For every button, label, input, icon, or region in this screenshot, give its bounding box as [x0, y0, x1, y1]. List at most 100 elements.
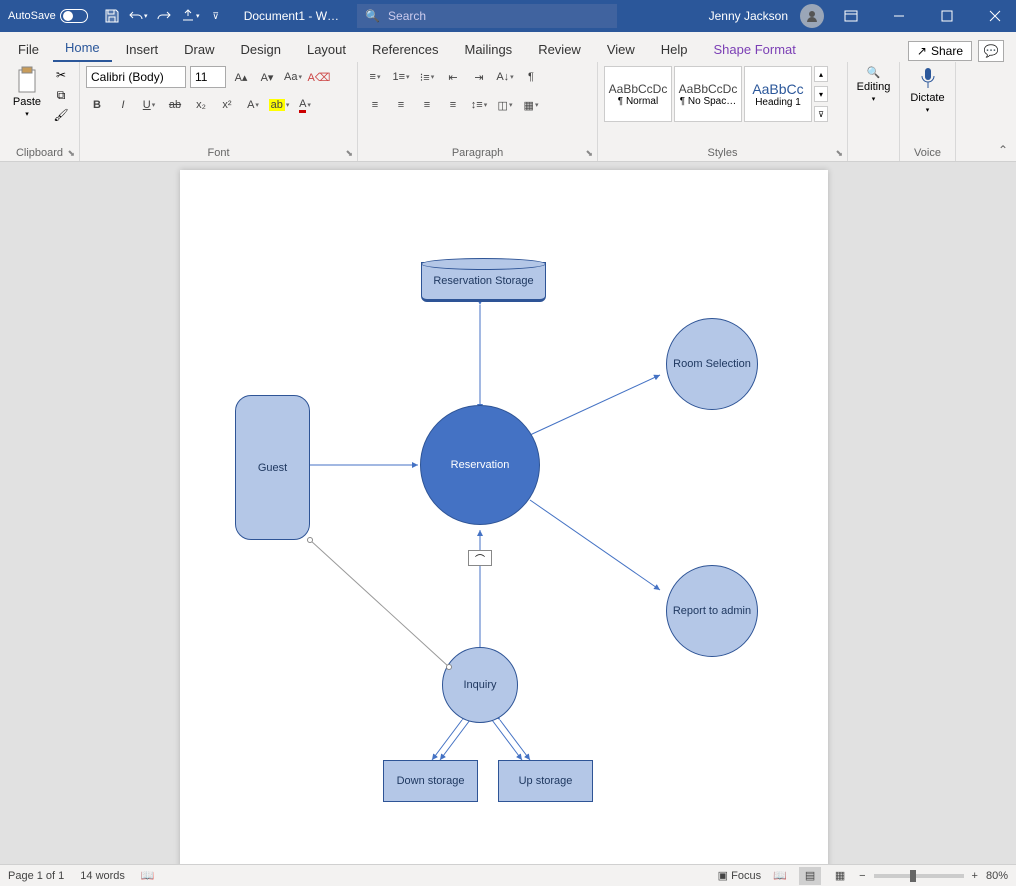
group-label-paragraph: Paragraph: [452, 147, 503, 159]
web-layout-icon[interactable]: ▦: [829, 867, 851, 885]
paste-button[interactable]: Paste ▾: [6, 66, 48, 118]
zoom-out-icon[interactable]: −: [859, 870, 865, 882]
dictate-button[interactable]: Dictate ▾: [907, 66, 949, 114]
tab-file[interactable]: File: [6, 37, 51, 62]
font-name-input[interactable]: [86, 66, 186, 88]
comments-button[interactable]: 💬: [978, 40, 1004, 62]
autosave-toggle[interactable]: AutoSave: [8, 9, 88, 23]
align-left-icon[interactable]: ≡: [364, 94, 386, 116]
toggle-off-icon: [60, 9, 88, 23]
style-scroll-up-icon[interactable]: ▴: [814, 66, 828, 82]
numbering-icon[interactable]: 1≡: [390, 66, 412, 88]
shape-reservation-storage[interactable]: Reservation Storage: [421, 262, 546, 302]
shape-inquiry[interactable]: Inquiry: [442, 647, 518, 723]
save-icon[interactable]: [102, 6, 122, 26]
bold-icon[interactable]: B: [86, 94, 108, 116]
grow-font-icon[interactable]: A▴: [230, 66, 252, 88]
maximize-icon[interactable]: [926, 0, 968, 32]
bullets-icon[interactable]: ≡: [364, 66, 386, 88]
shading-icon[interactable]: ◫: [494, 94, 516, 116]
share-icon: ↗: [917, 44, 927, 58]
subscript-icon[interactable]: x₂: [190, 94, 212, 116]
shape-up-storage[interactable]: Up storage: [498, 760, 593, 802]
align-right-icon[interactable]: ≡: [416, 94, 438, 116]
text-effects-icon[interactable]: A: [242, 94, 264, 116]
showmarks-icon[interactable]: ¶: [520, 66, 542, 88]
shape-room-selection[interactable]: Room Selection: [666, 318, 758, 410]
tab-insert[interactable]: Insert: [114, 37, 171, 62]
spellcheck-icon[interactable]: 📖: [141, 869, 155, 882]
clipboard-launcher-icon[interactable]: ⬊: [67, 148, 75, 159]
justify-icon[interactable]: ≡: [442, 94, 464, 116]
font-size-input[interactable]: [190, 66, 226, 88]
clear-format-icon[interactable]: A⌫: [308, 66, 330, 88]
inc-indent-icon[interactable]: ⇥: [468, 66, 490, 88]
editing-button[interactable]: 🔍 Editing ▾: [854, 66, 893, 103]
tab-home[interactable]: Home: [53, 35, 112, 62]
style-nospacing[interactable]: AaBbCcDc ¶ No Spac…: [674, 66, 742, 122]
status-page[interactable]: Page 1 of 1: [8, 870, 64, 882]
tab-help[interactable]: Help: [649, 37, 700, 62]
tab-draw[interactable]: Draw: [172, 37, 226, 62]
document-canvas[interactable]: Reservation Storage Guest Reservation Ro…: [0, 162, 1016, 864]
ribbon-display-icon[interactable]: [830, 0, 872, 32]
share-button[interactable]: ↗Share: [908, 41, 972, 61]
font-launcher-icon[interactable]: ⬊: [345, 148, 353, 159]
avatar[interactable]: [800, 4, 824, 28]
strike-icon[interactable]: ab: [164, 94, 186, 116]
style-scroll-down-icon[interactable]: ▾: [814, 86, 828, 102]
style-heading1[interactable]: AaBbCc Heading 1: [744, 66, 812, 122]
selection-handle[interactable]: [307, 537, 313, 543]
multilevel-icon[interactable]: ⁝≡: [416, 66, 438, 88]
redo-icon[interactable]: [154, 6, 174, 26]
shape-report-admin[interactable]: Report to admin: [666, 565, 758, 657]
collapse-ribbon-icon[interactable]: ⌃: [990, 62, 1016, 161]
copy-icon[interactable]: ⧉: [52, 86, 70, 104]
italic-icon[interactable]: I: [112, 94, 134, 116]
tab-mailings[interactable]: Mailings: [453, 37, 525, 62]
format-painter-icon[interactable]: 🖌: [52, 106, 70, 124]
tab-shape-format[interactable]: Shape Format: [702, 37, 808, 62]
cut-icon[interactable]: ✂: [52, 66, 70, 84]
tab-review[interactable]: Review: [526, 37, 593, 62]
shape-guest[interactable]: Guest: [235, 395, 310, 540]
underline-icon[interactable]: U: [138, 94, 160, 116]
zoom-in-icon[interactable]: +: [972, 870, 978, 882]
font-color-icon[interactable]: A: [294, 94, 316, 116]
qat-more-icon[interactable]: ⊽: [206, 6, 226, 26]
style-normal[interactable]: AaBbCcDc ¶ Normal: [604, 66, 672, 122]
layout-options-icon[interactable]: ⌒: [468, 550, 492, 566]
ribbon: Paste ▾ ✂ ⧉ 🖌 Clipboard⬊ A▴ A▾ Aa A⌫ B: [0, 62, 1016, 162]
style-more-icon[interactable]: ⊽: [814, 106, 828, 122]
minimize-icon[interactable]: [878, 0, 920, 32]
shape-reservation[interactable]: Reservation: [420, 405, 540, 525]
status-bar: Page 1 of 1 14 words 📖 ▣ Focus 📖 ▤ ▦ − +…: [0, 864, 1016, 886]
zoom-slider[interactable]: [874, 874, 964, 878]
shrink-font-icon[interactable]: A▾: [256, 66, 278, 88]
tab-references[interactable]: References: [360, 37, 450, 62]
read-mode-icon[interactable]: 📖: [769, 867, 791, 885]
tab-layout[interactable]: Layout: [295, 37, 358, 62]
align-center-icon[interactable]: ≡: [390, 94, 412, 116]
tab-design[interactable]: Design: [229, 37, 293, 62]
touchmode-icon[interactable]: ▾: [180, 6, 200, 26]
line-spacing-icon[interactable]: ↕≡: [468, 94, 490, 116]
undo-icon[interactable]: ▾: [128, 6, 148, 26]
close-icon[interactable]: [974, 0, 1016, 32]
sort-icon[interactable]: A↓: [494, 66, 516, 88]
styles-launcher-icon[interactable]: ⬊: [835, 148, 843, 159]
superscript-icon[interactable]: x²: [216, 94, 238, 116]
selection-handle[interactable]: [446, 664, 452, 670]
borders-icon[interactable]: ▦: [520, 94, 542, 116]
dec-indent-icon[interactable]: ⇤: [442, 66, 464, 88]
shape-down-storage[interactable]: Down storage: [383, 760, 478, 802]
status-words[interactable]: 14 words: [80, 870, 125, 882]
search-box[interactable]: 🔍 Search: [357, 4, 617, 28]
highlight-icon[interactable]: ab: [268, 94, 290, 116]
zoom-level[interactable]: 80%: [986, 870, 1008, 882]
change-case-icon[interactable]: Aa: [282, 66, 304, 88]
print-layout-icon[interactable]: ▤: [799, 867, 821, 885]
tab-view[interactable]: View: [595, 37, 647, 62]
paragraph-launcher-icon[interactable]: ⬊: [585, 148, 593, 159]
focus-button[interactable]: ▣ Focus: [718, 869, 761, 882]
